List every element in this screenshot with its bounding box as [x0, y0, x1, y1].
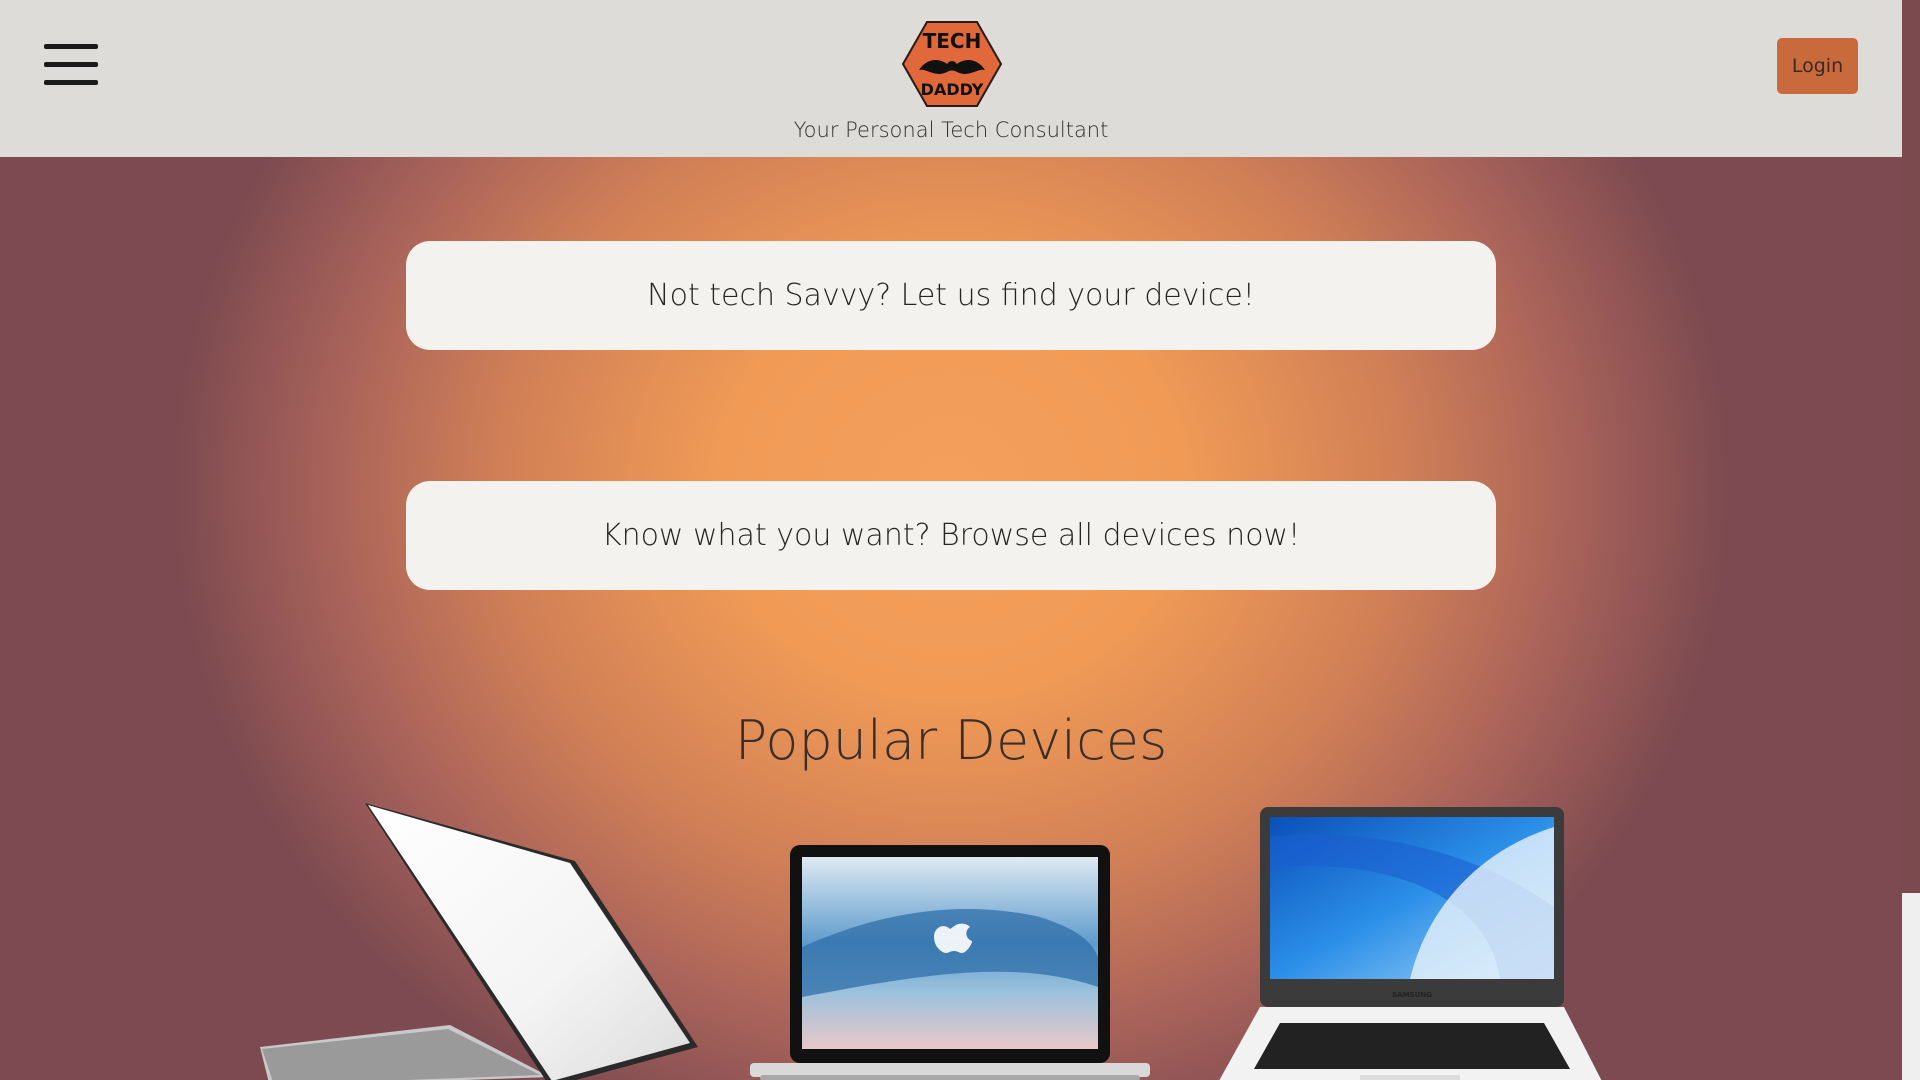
- logo-bottom-text: DADDY: [921, 80, 984, 99]
- find-device-button[interactable]: Not tech Savvy? Let us find your device!: [406, 241, 1496, 350]
- hero-section: Not tech Savvy? Let us find your device!…: [0, 157, 1902, 1080]
- white-laptop-image[interactable]: [250, 797, 710, 1080]
- samsung-laptop-image[interactable]: SAMSUNG: [1210, 807, 1610, 1080]
- popular-devices-heading: Popular Devices: [734, 709, 1168, 772]
- scrollbar-thumb[interactable]: [1902, 0, 1920, 893]
- tech-daddy-logo[interactable]: TECH DADDY: [899, 18, 1005, 110]
- login-button[interactable]: Login: [1777, 38, 1858, 94]
- site-header: TECH DADDY Your Personal Tech Consultant…: [0, 0, 1902, 157]
- logo-top-text: TECH: [923, 29, 982, 53]
- macbook-image[interactable]: [750, 837, 1150, 1080]
- tagline: Your Personal Tech Consultant: [793, 118, 1109, 142]
- hamburger-menu-icon[interactable]: [40, 40, 100, 90]
- samsung-brand-text: SAMSUNG: [1392, 991, 1432, 999]
- browse-devices-button[interactable]: Know what you want? Browse all devices n…: [406, 481, 1496, 590]
